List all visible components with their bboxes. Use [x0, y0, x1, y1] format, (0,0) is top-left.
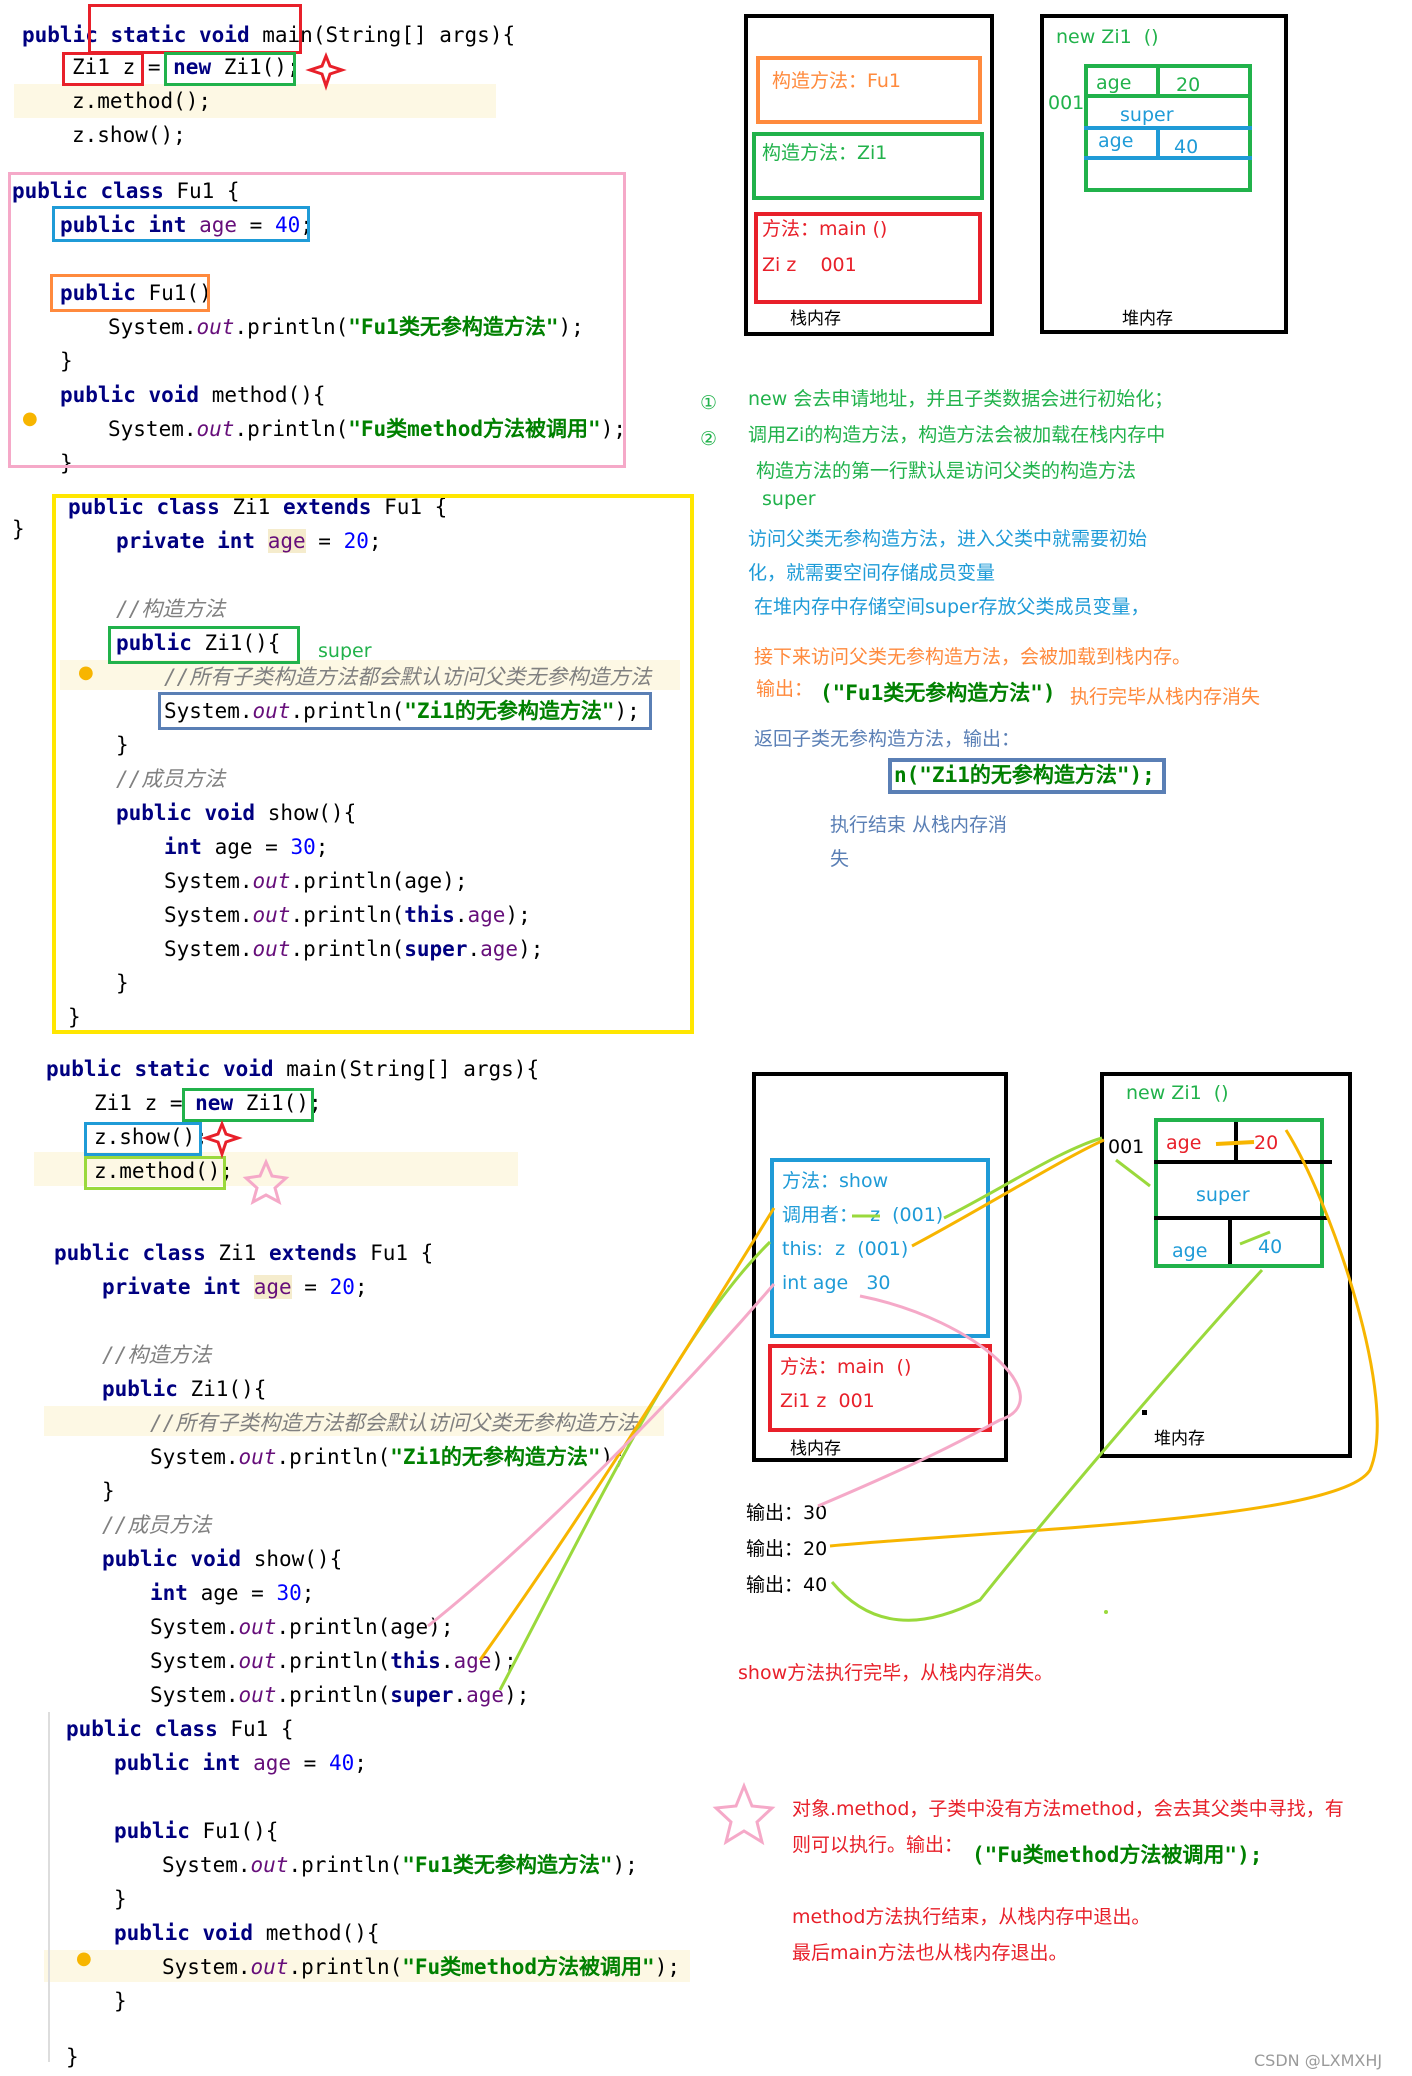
- annotation-overlay: [201, 51, 1379, 1846]
- arrow-heap-20-output: [829, 1129, 1379, 1548]
- pink-star-icon: [242, 1158, 290, 1206]
- arrow-this-age-line: [478, 1207, 776, 1661]
- arrow-local-age-output: [817, 1294, 1022, 1508]
- dot-mark: [1104, 1610, 1108, 1614]
- arrow-age-line: [427, 1283, 776, 1628]
- arrow-super-age-line: [498, 1240, 772, 1691]
- red-star-icon: [305, 51, 347, 91]
- arrow-heap-40-output: [830, 1268, 1264, 1622]
- heap-cross-mark: [1239, 1230, 1271, 1246]
- arrow-this-to-heap: [911, 1138, 1105, 1248]
- red-star-icon: [201, 1119, 243, 1159]
- dot-mark: [1142, 1410, 1147, 1415]
- pink-star-icon: [712, 1781, 776, 1846]
- heap-cross-mark: [1115, 1158, 1151, 1188]
- strike-mark: [1215, 1140, 1255, 1146]
- arrow-caller-to-heap: [943, 1136, 1103, 1220]
